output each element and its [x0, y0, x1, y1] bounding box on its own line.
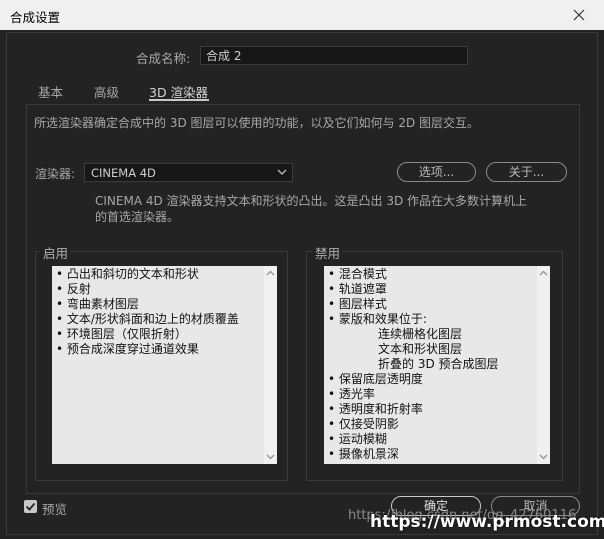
about-button[interactable]: 关于... [486, 162, 567, 182]
preview-checkbox[interactable] [24, 500, 37, 513]
composition-name-label: 合成名称: [136, 51, 191, 66]
list-item: • 混合模式 [328, 267, 387, 281]
chevron-down-icon [277, 169, 287, 175]
list-item: • 仅接受阴影 [328, 417, 399, 431]
list-item: • 凸出和斜切的文本和形状 [56, 267, 199, 281]
disabled-list-scrollbar[interactable] [537, 266, 550, 464]
renderer-info-line-2: 的首选渲染器。 [95, 210, 180, 224]
renderer-description: 所选渲染器确定合成中的 3D 图层可以使用的功能，以及它们如何与 2D 图层交互… [34, 116, 480, 130]
tab-advanced[interactable]: 高级 [94, 82, 119, 101]
active-tab-indicator [149, 99, 209, 101]
disabled-list[interactable]: • 混合模式 • 轨道遮罩 • 图层样式 • 蒙版和效果位于: 连续栅格化图层 … [324, 266, 550, 464]
renderer-info-line-1: CINEMA 4D 渲染器支持文本和形状的凸出。这是凸出 3D 作品在大多数计算… [95, 194, 528, 208]
close-icon[interactable] [568, 4, 590, 26]
list-item: • 保留底层透明度 [328, 372, 423, 386]
options-button[interactable]: 选项... [397, 162, 476, 182]
list-item: • 运动模糊 [328, 432, 387, 446]
chevron-down-icon[interactable] [266, 452, 275, 461]
list-item: • 蒙版和效果位于: [328, 312, 427, 326]
title-bar: 合成设置 [0, 0, 604, 30]
list-item: • 透明度和折射率 [328, 402, 423, 416]
list-item: • 弯曲素材图层 [56, 297, 139, 311]
list-item: • 轨道遮罩 [328, 282, 387, 296]
list-item: 折叠的 3D 预合成图层 [378, 357, 499, 371]
renderer-label: 渲染器: [35, 167, 76, 181]
renderer-dropdown-value: CINEMA 4D [91, 166, 156, 180]
checkmark-icon [25, 502, 36, 511]
list-item: 文本和形状图层 [378, 342, 463, 356]
disabled-group-title: 禁用 [312, 243, 344, 262]
list-item: • 图层样式 [328, 297, 387, 311]
tab-basic[interactable]: 基本 [38, 82, 63, 101]
preview-label: 预览 [42, 502, 68, 517]
list-item: • 环境图层（仅限折射） [56, 327, 187, 341]
chevron-up-icon[interactable] [539, 269, 548, 278]
watermark-site: https://www.prmost.com [370, 512, 604, 532]
list-item: • 透光率 [328, 387, 375, 401]
list-item: • 反射 [56, 282, 91, 296]
renderer-info-text: CINEMA 4D 渲染器支持文本和形状的凸出。这是凸出 3D 作品在大多数计算… [95, 193, 565, 225]
list-item: • 文本/形状斜面和边上的材质覆盖 [56, 312, 239, 326]
list-item: • 预合成深度穿过通道效果 [56, 342, 199, 356]
renderer-dropdown[interactable]: CINEMA 4D [84, 163, 293, 182]
chevron-up-icon[interactable] [266, 269, 275, 278]
composition-name-input[interactable]: 合成 2 [200, 46, 468, 65]
enabled-group-title: 启用 [40, 243, 72, 262]
window-title: 合成设置 [10, 10, 61, 25]
enabled-list[interactable]: • 凸出和斜切的文本和形状 • 反射 • 弯曲素材图层 • 文本/形状斜面和边上… [52, 266, 277, 464]
enabled-list-scrollbar[interactable] [264, 266, 277, 464]
chevron-down-icon[interactable] [539, 452, 548, 461]
list-item: 连续栅格化图层 [378, 327, 463, 341]
list-item: • 摄像机景深 [328, 447, 399, 461]
